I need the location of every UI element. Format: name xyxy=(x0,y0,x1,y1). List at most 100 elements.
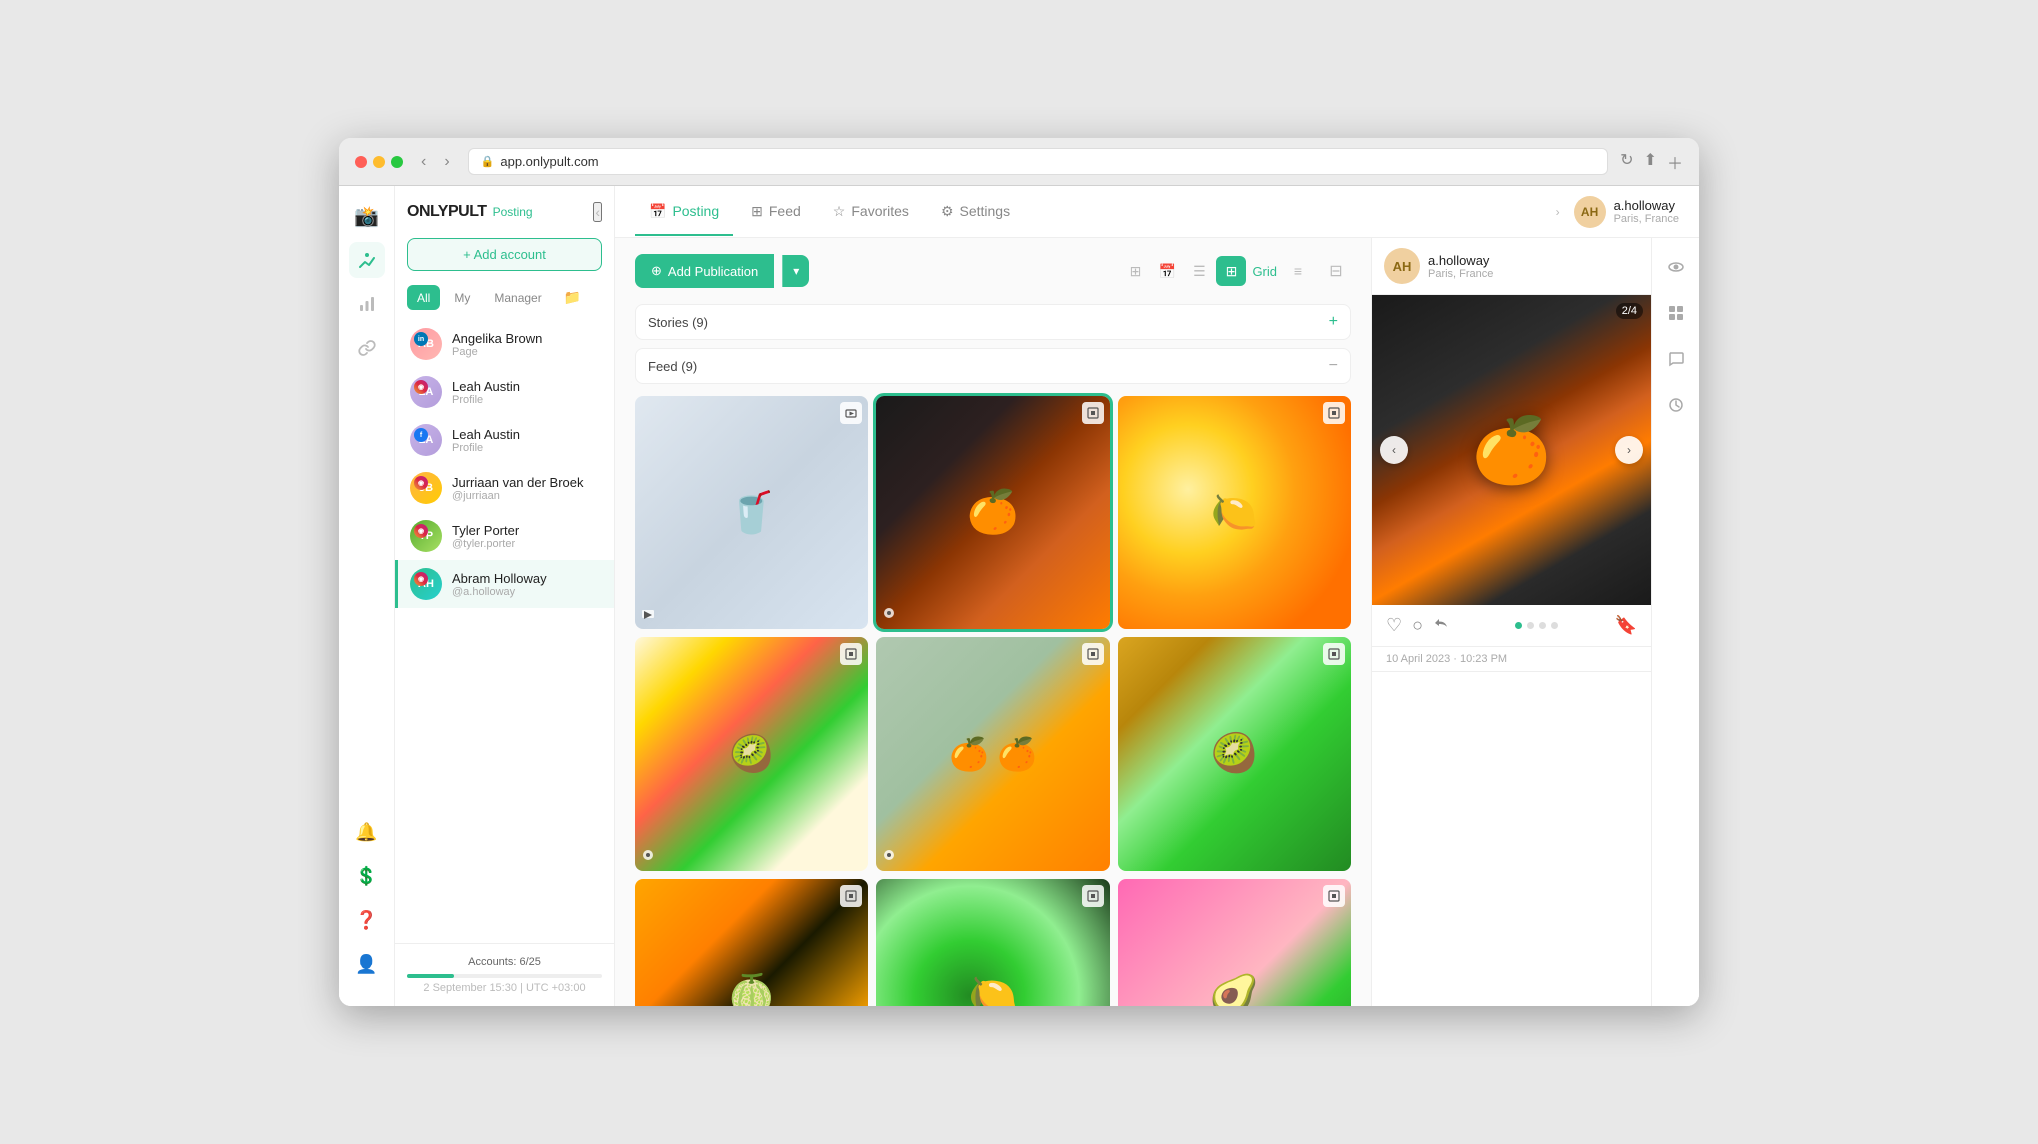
browser-chrome: ‹ › 🔒 app.onlypult.com ↻ ⬆ ＋ xyxy=(339,138,1699,186)
account-avatar-angelika: AB in xyxy=(410,328,442,360)
notifications-icon-btn[interactable]: 🔔 xyxy=(349,814,385,850)
nav-favorites[interactable]: ☆ Favorites xyxy=(819,189,923,236)
preview-bookmark-button[interactable]: 🔖 xyxy=(1615,615,1637,636)
post-card-6[interactable]: 🥝 xyxy=(1118,637,1351,870)
preview-timestamp: 10 April 2023 · 10:23 PM xyxy=(1372,647,1651,672)
comments-button[interactable] xyxy=(1659,342,1693,376)
view-list-button[interactable]: ☰ xyxy=(1184,256,1214,286)
sidebar: ONLYPULT Posting ‹ + Add account All My … xyxy=(395,186,615,1006)
preview-prev-button[interactable]: ‹ xyxy=(1380,436,1408,464)
account-item-leah-ig[interactable]: LA ◉ Leah Austin Profile xyxy=(395,368,614,416)
post-card-4[interactable]: 🥝 xyxy=(635,637,868,870)
browser-nav-buttons: ‹ › xyxy=(415,151,456,173)
view-grid3-button[interactable]: ⊞ xyxy=(1216,256,1246,286)
help-icon-btn[interactable]: ❓ xyxy=(349,902,385,938)
reload-button[interactable]: ↻ xyxy=(1620,150,1633,174)
nav-avatar: AH xyxy=(1574,196,1606,228)
post-card-3[interactable]: 🍋 xyxy=(1118,396,1351,629)
right-panel-location: Paris, France xyxy=(1428,268,1493,280)
account-avatar-leah-fb: LA f xyxy=(410,424,442,456)
account-avatar-jurriaan: JB ◉ xyxy=(410,472,442,504)
main-content: 📅 Posting ⊞ Feed ☆ Favorites ⚙ Settings … xyxy=(615,186,1699,1006)
posting-icon-btn[interactable] xyxy=(349,242,385,278)
preview-like-button[interactable]: ♡ xyxy=(1386,615,1402,636)
post-card-7-type-icon xyxy=(840,885,862,907)
add-account-button[interactable]: + Add account xyxy=(407,238,602,271)
account-item-jurriaan[interactable]: JB ◉ Jurriaan van der Broek @jurriaan xyxy=(395,464,614,512)
nav-posting[interactable]: 📅 Posting xyxy=(635,189,733,236)
add-publication-dropdown[interactable]: ▾ xyxy=(782,255,809,287)
account-info-jurriaan: Jurriaan van der Broek @jurriaan xyxy=(452,475,602,502)
nav-user[interactable]: AH a.holloway Paris, France xyxy=(1574,196,1679,228)
post-card-2[interactable]: 🍊 xyxy=(876,396,1109,629)
post-card-9-type-icon xyxy=(1323,885,1345,907)
right-panel-username: a.holloway xyxy=(1428,253,1493,268)
share-button[interactable]: ⬆ xyxy=(1644,150,1657,174)
filter-tab-manager[interactable]: Manager xyxy=(484,285,551,310)
preview-dot-4 xyxy=(1551,622,1558,629)
nav-location: Paris, France xyxy=(1614,213,1679,225)
post-card-1[interactable]: 🥤 xyxy=(635,396,868,629)
profile-icon-btn[interactable]: 👤 xyxy=(349,946,385,982)
logo-icon-btn[interactable]: 📸 xyxy=(349,198,385,234)
new-tab-button[interactable]: ＋ xyxy=(1667,150,1683,174)
filter-tab-all[interactable]: All xyxy=(407,285,440,310)
preview-dot-1 xyxy=(1515,622,1522,629)
account-item-leah-fb[interactable]: LA f Leah Austin Profile xyxy=(395,416,614,464)
minimize-button[interactable] xyxy=(373,156,385,168)
close-button[interactable] xyxy=(355,156,367,168)
history-button[interactable] xyxy=(1659,388,1693,422)
browser-actions: ↻ ⬆ ＋ xyxy=(1620,150,1683,174)
links-icon-btn[interactable] xyxy=(349,330,385,366)
stories-add-button[interactable]: + xyxy=(1329,313,1338,331)
view-grid2-button[interactable]: ⊞ xyxy=(1120,256,1150,286)
post-card-2-bottom xyxy=(882,606,896,623)
preview-comment-button[interactable]: ○ xyxy=(1412,615,1423,636)
account-item-tyler[interactable]: TP ◉ Tyler Porter @tyler.porter xyxy=(395,512,614,560)
post-card-5[interactable]: 🍊 🍊 xyxy=(876,637,1109,870)
address-bar[interactable]: 🔒 app.onlypult.com xyxy=(468,148,1609,175)
nav-settings[interactable]: ⚙ Settings xyxy=(927,189,1024,236)
account-info-abram: Abram Holloway @a.holloway xyxy=(452,571,602,598)
filter-tabs: All My Manager 📁 xyxy=(395,279,614,316)
add-publication-button[interactable]: ⊕ Add Publication xyxy=(635,254,774,288)
post-card-1-bottom xyxy=(641,606,655,623)
post-card-9[interactable]: 🥑 xyxy=(1118,879,1351,1006)
post-card-4-bottom xyxy=(641,848,655,865)
sidebar-collapse-button[interactable]: ‹ xyxy=(593,202,602,222)
top-nav: 📅 Posting ⊞ Feed ☆ Favorites ⚙ Settings … xyxy=(615,186,1699,238)
billing-icon-btn[interactable]: 💲 xyxy=(349,858,385,894)
right-icons-bar xyxy=(1651,238,1699,1006)
post-card-4-type-icon xyxy=(840,643,862,665)
nav-feed[interactable]: ⊞ Feed xyxy=(737,189,815,236)
plus-circle-icon: ⊕ xyxy=(651,263,662,279)
post-card-8[interactable]: 🍋 xyxy=(876,879,1109,1006)
right-panel-user: AH a.holloway Paris, France xyxy=(1384,248,1493,284)
linkedin-badge: in xyxy=(414,332,428,346)
account-type-angelika: Page xyxy=(452,346,602,358)
account-type-abram: @a.holloway xyxy=(452,586,602,598)
filter-tab-my[interactable]: My xyxy=(444,285,480,310)
star-icon: ☆ xyxy=(833,203,846,220)
post-grid: 🥤 🍊 xyxy=(635,396,1351,1006)
account-item-angelika[interactable]: AB in Angelika Brown Page xyxy=(395,320,614,368)
post-card-7[interactable]: 🍈 xyxy=(635,879,868,1006)
view-buttons: ⊞ 📅 ☰ ⊞ Grid ≡ xyxy=(1120,256,1313,286)
preview-next-button[interactable]: › xyxy=(1615,436,1643,464)
account-item-abram[interactable]: AH ◉ Abram Holloway @a.holloway xyxy=(395,560,614,608)
filter-options-button[interactable]: ⊟ xyxy=(1321,256,1351,286)
eye-view-button[interactable] xyxy=(1659,250,1693,284)
analytics-icon-btn[interactable] xyxy=(349,286,385,322)
account-name-leah-fb: Leah Austin xyxy=(452,427,602,442)
expand-nav-button[interactable]: › xyxy=(1556,205,1560,219)
view-compact-button[interactable]: ≡ xyxy=(1283,256,1313,286)
grid-view-button[interactable] xyxy=(1659,296,1693,330)
forward-button[interactable]: › xyxy=(438,151,455,173)
filter-folder-icon[interactable]: 📁 xyxy=(556,285,589,310)
maximize-button[interactable] xyxy=(391,156,403,168)
back-button[interactable]: ‹ xyxy=(415,151,432,173)
preview-share-button[interactable] xyxy=(1433,615,1449,636)
feed-collapse-button[interactable]: − xyxy=(1329,357,1338,375)
preview-dots xyxy=(1459,622,1615,629)
view-calendar-button[interactable]: 📅 xyxy=(1152,256,1182,286)
